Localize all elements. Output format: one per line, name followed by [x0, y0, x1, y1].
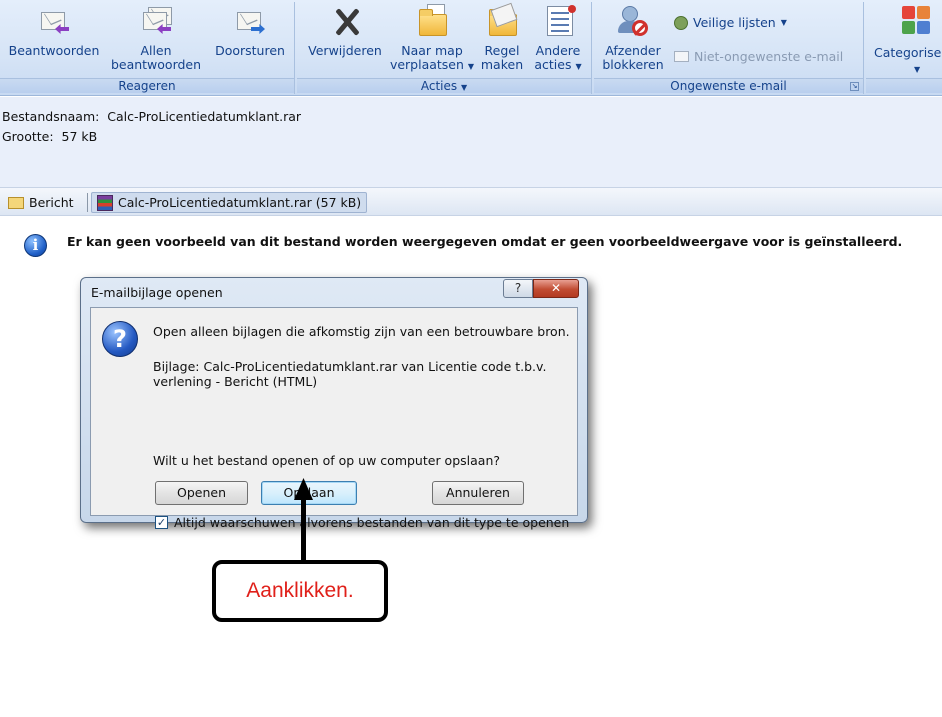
reply-all-label-line2: beantwoorden — [110, 57, 202, 72]
annotation-callout: Aanklikken. — [212, 560, 388, 622]
tab-attachment[interactable]: Calc-ProLicentiedatumklant.rar (57 kB) — [91, 192, 368, 213]
preview-unavailable-message: Er kan geen voorbeeld van dit bestand wo… — [67, 234, 903, 249]
forward-icon — [233, 4, 267, 40]
block-sender-button[interactable]: Afzender blokkeren — [598, 4, 668, 72]
trust-warning-text: Open alleen bijlagen die afkomstig zijn … — [153, 324, 570, 339]
rule-icon — [485, 2, 519, 40]
respond-group-label: Reageren — [0, 78, 294, 93]
reply-all-label-line1: Allen — [140, 43, 172, 58]
categorize-label: Categorise — [874, 45, 942, 60]
question-icon: ? — [102, 321, 138, 357]
other-label-line2: acties — [534, 57, 572, 72]
junk-group-label: Ongewenste e-mail — [594, 78, 863, 93]
block-label-line1: Afzender — [605, 43, 661, 58]
ribbon-group-junk: Afzender blokkeren Veilige lijsten ▼ Nie… — [594, 2, 864, 94]
size-label: Grootte: — [2, 129, 54, 144]
chevron-down-icon: ▼ — [467, 62, 475, 71]
create-rule-button[interactable]: Regel maken — [477, 2, 527, 72]
reply-label: Beantwoorden — [8, 43, 100, 58]
other-actions-icon — [541, 4, 576, 40]
move-label-line2: verplaatsen — [389, 57, 464, 72]
close-button[interactable]: ✕ — [533, 279, 579, 298]
tab-message-label: Bericht — [29, 195, 74, 210]
envelope-icon — [674, 51, 689, 62]
delete-icon — [328, 4, 362, 40]
delete-label: Verwijderen — [308, 43, 382, 58]
question-text: Wilt u het bestand openen of op uw compu… — [153, 453, 500, 468]
rar-archive-icon — [97, 194, 113, 211]
reply-icon — [37, 4, 71, 40]
forward-label: Doorsturen — [215, 43, 285, 58]
block-sender-icon — [616, 4, 650, 40]
always-warn-label: Altijd waarschuwen alvorens bestanden va… — [174, 515, 570, 530]
reply-all-button[interactable]: Allen beantwoorden — [106, 4, 206, 72]
filename-row: Bestandsnaam: Calc-ProLicentiedatumklant… — [2, 109, 301, 124]
ribbon-group-actions: Verwijderen Naar map verplaatsen ▼ Regel… — [297, 2, 592, 94]
open-button[interactable]: Openen — [155, 481, 248, 505]
rule-label-line1: Regel — [484, 43, 520, 58]
actions-group-label-text: Acties — [420, 79, 458, 93]
delete-button[interactable]: Verwijderen — [303, 4, 387, 58]
filename-value: Calc-ProLicentiedatumklant.rar — [107, 109, 302, 124]
other-label-line1: Andere — [535, 43, 581, 58]
other-actions-button[interactable]: Andere acties ▼ — [529, 4, 587, 74]
open-attachment-dialog: E-mailbijlage openen ? ✕ ? Open alleen b… — [80, 277, 588, 530]
envelope-icon — [8, 196, 24, 209]
size-value: 57 kB — [61, 129, 98, 144]
tab-attachment-label: Calc-ProLicentiedatumklant.rar (57 kB) — [118, 195, 362, 210]
always-warn-checkbox[interactable]: ✓ — [155, 516, 168, 529]
safe-lists-icon — [674, 15, 688, 30]
attachment-info-line1: Bijlage: Calc-ProLicentiedatumklant.rar … — [153, 359, 547, 374]
tab-separator — [87, 193, 88, 212]
chevron-down-icon: ▼ — [575, 62, 582, 71]
cancel-button[interactable]: Annuleren — [432, 481, 524, 505]
move-to-folder-icon — [415, 4, 449, 40]
ribbon-group-categorize: Categorise ▼ — [866, 2, 942, 94]
attachment-info-line2: verlening - Bericht (HTML) — [153, 374, 318, 389]
attachment-info-area: Bestandsnaam: Calc-ProLicentiedatumklant… — [0, 97, 942, 187]
rule-label-line2: maken — [480, 57, 524, 72]
categorize-icon — [900, 4, 932, 40]
move-label-line1: Naar map — [401, 43, 463, 58]
info-icon: i — [24, 234, 47, 257]
chevron-down-icon: ▼ — [780, 18, 787, 27]
move-to-folder-button[interactable]: Naar map verplaatsen ▼ — [389, 4, 475, 74]
categorize-group-label — [866, 78, 942, 93]
reply-button[interactable]: Beantwoorden — [4, 4, 104, 58]
dialog-launcher-icon[interactable]: ↘ — [850, 82, 859, 91]
actions-group-label: Acties ▼ — [297, 78, 591, 93]
dialog-title: E-mailbijlage openen — [91, 285, 223, 300]
ribbon-group-respond: Beantwoorden Allen beantwoorden Doorstur… — [0, 2, 295, 94]
chevron-down-icon: ▼ — [914, 65, 921, 74]
tab-message[interactable]: Bericht — [3, 192, 79, 213]
filename-label: Bestandsnaam: — [2, 109, 100, 124]
title-bar-buttons: ? ✕ — [503, 279, 579, 298]
safe-lists-button[interactable]: Veilige lijsten ▼ — [674, 15, 787, 30]
dialog-body: ? Open alleen bijlagen die afkomstig zij… — [90, 307, 578, 530]
annotation-arrow-line — [301, 492, 306, 562]
ribbon: Beantwoorden Allen beantwoorden Doorstur… — [0, 0, 942, 96]
help-button[interactable]: ? — [503, 279, 533, 298]
message-tab-bar: Bericht Calc-ProLicentiedatumklant.rar (… — [0, 187, 942, 216]
forward-button[interactable]: Doorsturen — [208, 4, 292, 58]
block-label-line2: blokkeren — [602, 57, 664, 72]
not-junk-label: Niet-ongewenste e-mail — [694, 49, 844, 64]
categorize-button[interactable]: Categorise ▼ — [870, 4, 942, 74]
not-junk-button[interactable]: Niet-ongewenste e-mail — [674, 49, 843, 64]
chevron-down-icon: ▼ — [460, 83, 468, 92]
safe-lists-label: Veilige lijsten — [693, 15, 776, 30]
reply-all-icon — [139, 4, 173, 40]
size-row: Grootte: 57 kB — [2, 129, 97, 144]
